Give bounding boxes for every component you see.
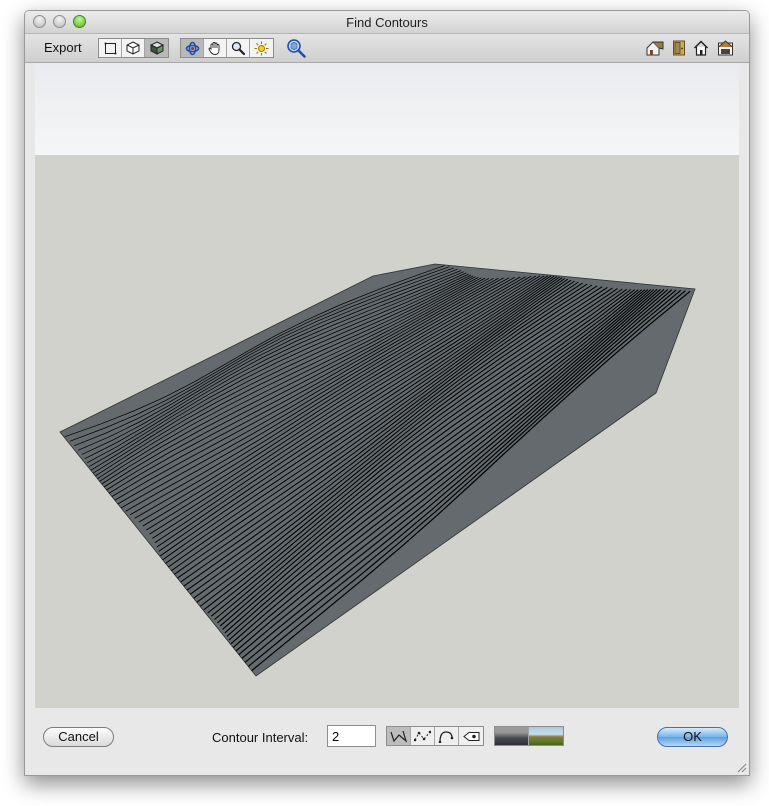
ok-button[interactable]: OK [657,727,728,747]
orbit-icon[interactable] [181,39,204,57]
export-menu[interactable]: Export [44,40,82,55]
navigation-tools-group [180,38,274,58]
toolbar: Export [25,34,749,63]
window-title: Find Contours [346,15,428,30]
dotted-curve-icon[interactable] [411,727,435,745]
house-icon[interactable] [645,38,665,58]
pan-hand-icon[interactable] [204,39,227,57]
bottom-bar: Cancel Contour Interval: OK [25,709,749,775]
resize-grip-icon[interactable] [735,761,747,773]
colored-terrain-thumbnail[interactable] [529,727,563,745]
hidden-line-icon[interactable] [122,39,145,57]
find-contours-window: Find Contours Export Cancel Contour Inte… [24,10,750,776]
home-icon[interactable] [691,38,711,58]
contour-interval-input[interactable] [327,725,376,747]
save-house-icon[interactable] [715,38,735,58]
view-mode-group [98,38,169,58]
line-style-group [386,726,484,746]
zoom-magnifier-icon[interactable] [227,39,250,57]
cancel-button[interactable]: Cancel [43,727,114,747]
smooth-curve-icon[interactable] [435,727,459,745]
sun-light-icon[interactable] [250,39,273,57]
contour-terrain-model [59,263,696,677]
shaded-icon[interactable] [145,39,168,57]
contour-interval-label: Contour Interval: [212,730,309,745]
door-icon[interactable] [669,38,689,58]
label-tag-icon[interactable] [459,727,483,745]
render-style-group [494,726,564,746]
dark-surface-thumbnail[interactable] [495,727,529,745]
title-bar: Find Contours [25,11,749,34]
polyline-icon[interactable] [387,727,411,745]
3d-preview-viewport[interactable] [35,63,739,708]
zoom-extents-icon[interactable] [286,38,306,58]
wireframe-icon[interactable] [99,39,122,57]
